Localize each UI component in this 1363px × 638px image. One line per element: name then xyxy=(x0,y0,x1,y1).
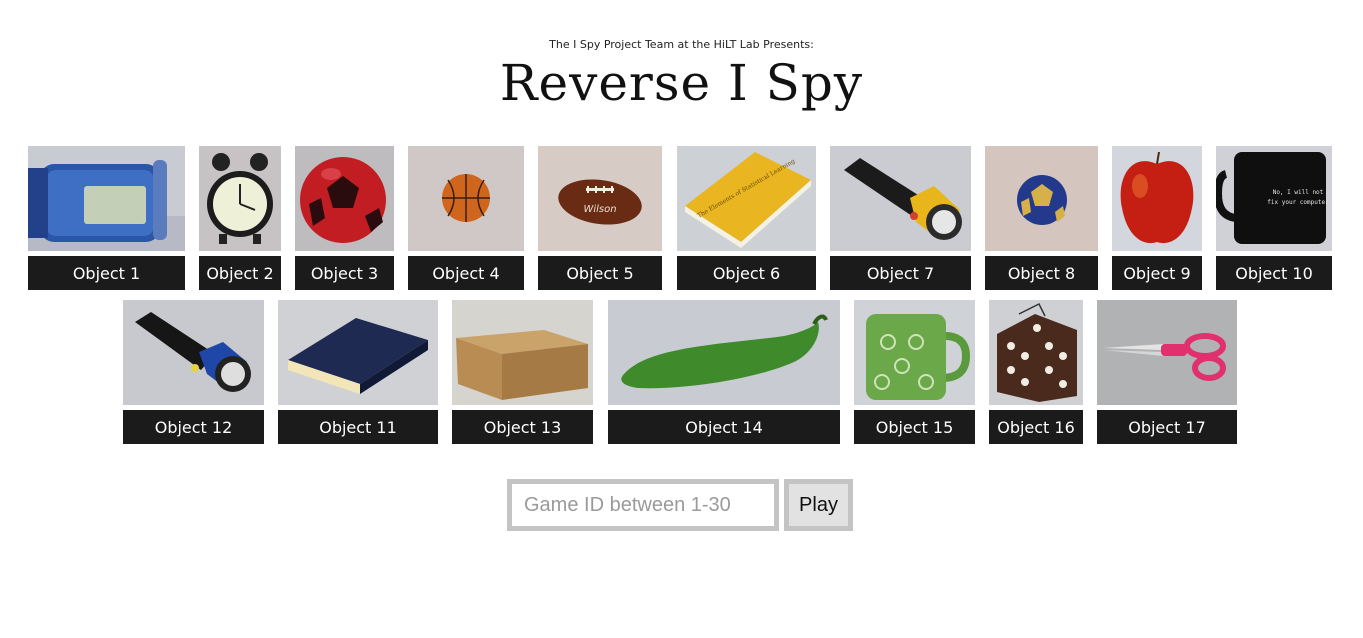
blue-soccer-ball-icon xyxy=(985,146,1098,251)
football-icon: Wilson xyxy=(538,146,662,251)
object-label: Object 3 xyxy=(295,256,394,290)
object-tile-2[interactable]: Object 2 xyxy=(199,146,281,290)
play-button[interactable]: Play xyxy=(784,479,853,531)
svg-text:fix your computer: fix your computer xyxy=(1267,199,1329,206)
object-tile-3[interactable]: Object 3 xyxy=(295,146,394,290)
object-tile-1[interactable]: Object 1 xyxy=(28,146,185,290)
object-tile-11[interactable]: Object 11 xyxy=(278,300,438,444)
object-label: Object 7 xyxy=(830,256,971,290)
basketball-icon xyxy=(408,146,524,251)
object-label: Object 16 xyxy=(989,410,1083,444)
object-label: Object 12 xyxy=(123,410,264,444)
black-mug-icon: No, I will not fix your computer xyxy=(1216,146,1332,251)
object-tile-5[interactable]: Wilson Object 5 xyxy=(538,146,662,290)
object-row-2: Object 12 Object 11 Object 13 Object 14 … xyxy=(0,300,1363,446)
page-title: Reverse I Spy xyxy=(499,54,864,112)
object-tile-17[interactable]: Object 17 xyxy=(1097,300,1237,444)
object-tile-10[interactable]: No, I will not fix your computer Object … xyxy=(1216,146,1332,290)
green-pepper-icon xyxy=(608,300,840,405)
object-label: Object 11 xyxy=(278,410,438,444)
object-label: Object 9 xyxy=(1112,256,1202,290)
object-tile-16[interactable]: Object 16 xyxy=(989,300,1083,444)
object-label: Object 4 xyxy=(408,256,524,290)
object-label: Object 15 xyxy=(854,410,975,444)
twin-bell-alarm-clock-icon xyxy=(199,146,281,251)
cardboard-box-icon xyxy=(452,300,593,405)
object-tile-7[interactable]: Object 7 xyxy=(830,146,971,290)
polka-dot-box-icon xyxy=(989,300,1083,405)
object-label: Object 1 xyxy=(28,256,185,290)
object-tile-13[interactable]: Object 13 xyxy=(452,300,593,444)
green-mug-icon xyxy=(854,300,975,405)
object-tile-12[interactable]: Object 12 xyxy=(123,300,264,444)
object-row-1: Object 1 Object 2 Object 3 Object 4 Wils… xyxy=(0,146,1363,292)
black-yellow-flashlight-icon xyxy=(830,146,971,251)
object-tile-14[interactable]: Object 14 xyxy=(608,300,840,444)
object-label: Object 6 xyxy=(677,256,816,290)
apple-icon xyxy=(1112,146,1202,251)
yellow-book-icon: The Elements of Statistical Learning xyxy=(677,146,816,251)
alarm-clock-radio-icon xyxy=(28,146,185,251)
object-tile-4[interactable]: Object 4 xyxy=(408,146,524,290)
object-tile-15[interactable]: Object 15 xyxy=(854,300,975,444)
object-tile-9[interactable]: Object 9 xyxy=(1112,146,1202,290)
object-label: Object 8 xyxy=(985,256,1098,290)
svg-text:No, I will not: No, I will not xyxy=(1273,189,1324,196)
red-soccer-ball-icon xyxy=(295,146,394,251)
object-tile-8[interactable]: Object 8 xyxy=(985,146,1098,290)
object-label: Object 17 xyxy=(1097,410,1237,444)
object-label: Object 13 xyxy=(452,410,593,444)
presenter-text: The I Spy Project Team at the HiLT Lab P… xyxy=(549,38,814,51)
navy-book-icon xyxy=(278,300,438,405)
object-label: Object 5 xyxy=(538,256,662,290)
object-label: Object 14 xyxy=(608,410,840,444)
game-id-input[interactable] xyxy=(507,479,779,531)
object-tile-6[interactable]: The Elements of Statistical Learning Obj… xyxy=(677,146,816,290)
blue-flashlight-icon xyxy=(123,300,264,405)
object-label: Object 10 xyxy=(1216,256,1332,290)
pink-scissors-icon xyxy=(1097,300,1237,405)
object-label: Object 2 xyxy=(199,256,281,290)
svg-text:Wilson: Wilson xyxy=(583,204,616,215)
